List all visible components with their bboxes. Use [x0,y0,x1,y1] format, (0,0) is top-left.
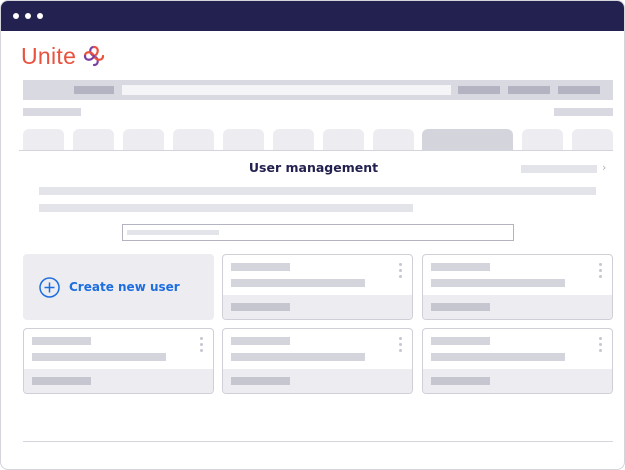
app-logo[interactable]: Unite [21,41,105,71]
address-field[interactable] [122,85,451,95]
nav-item[interactable] [458,86,500,94]
user-role-line [32,377,91,385]
tab[interactable] [373,129,414,151]
user-name-line [231,263,290,271]
breadcrumb[interactable] [23,108,81,116]
user-card[interactable] [222,328,413,394]
tab-active[interactable] [422,129,513,151]
nav-item[interactable] [558,86,600,94]
tab[interactable] [73,129,114,151]
user-detail-line [32,353,166,361]
tab[interactable] [223,129,264,151]
user-role-line [431,303,490,311]
user-role-line [231,303,290,311]
plus-circle-icon [39,276,60,298]
user-card[interactable] [422,328,613,394]
create-new-user-button[interactable]: Create new user [23,254,214,320]
toolbar-link[interactable] [554,108,613,116]
user-detail-line [231,353,365,361]
chevron-right-icon[interactable]: › [602,161,606,174]
tab[interactable] [273,129,314,151]
description-line [39,204,413,212]
window-control-close[interactable] [13,13,19,19]
logo-text: Unite [21,42,77,69]
user-name-line [32,337,91,345]
create-new-user-label: Create new user [69,280,180,294]
kebab-menu-icon[interactable] [200,337,204,353]
user-card[interactable] [222,254,413,320]
user-detail-line [431,353,565,361]
nav-item[interactable] [508,86,550,94]
window-control-minimize[interactable] [25,13,31,19]
page-action-link[interactable] [521,165,597,173]
tab[interactable] [123,129,164,151]
user-name-line [431,337,490,345]
kebab-menu-icon[interactable] [399,337,403,353]
tab[interactable] [173,129,214,151]
user-role-line [431,377,490,385]
tab[interactable] [522,129,563,151]
user-role-line [231,377,290,385]
user-detail-line [431,279,565,287]
tab[interactable] [572,129,613,151]
kebab-menu-icon[interactable] [599,263,603,279]
description-line [39,187,596,195]
tab[interactable] [323,129,364,151]
user-name-line [431,263,490,271]
user-detail-line [231,279,365,287]
nav-item[interactable] [74,86,114,94]
user-card[interactable] [23,328,214,394]
app-window: Unite User management › Create new user [0,0,625,470]
kebab-menu-icon[interactable] [599,337,603,353]
tab-divider [19,150,613,151]
user-name-line [231,337,290,345]
kebab-menu-icon[interactable] [399,263,403,279]
search-input[interactable] [122,224,514,241]
user-card[interactable] [422,254,613,320]
window-control-maximize[interactable] [37,13,43,19]
unite-knot-icon [84,45,105,67]
tab[interactable] [23,129,64,151]
window-titlebar [1,1,624,31]
footer-divider [23,441,613,442]
search-placeholder [127,230,219,235]
